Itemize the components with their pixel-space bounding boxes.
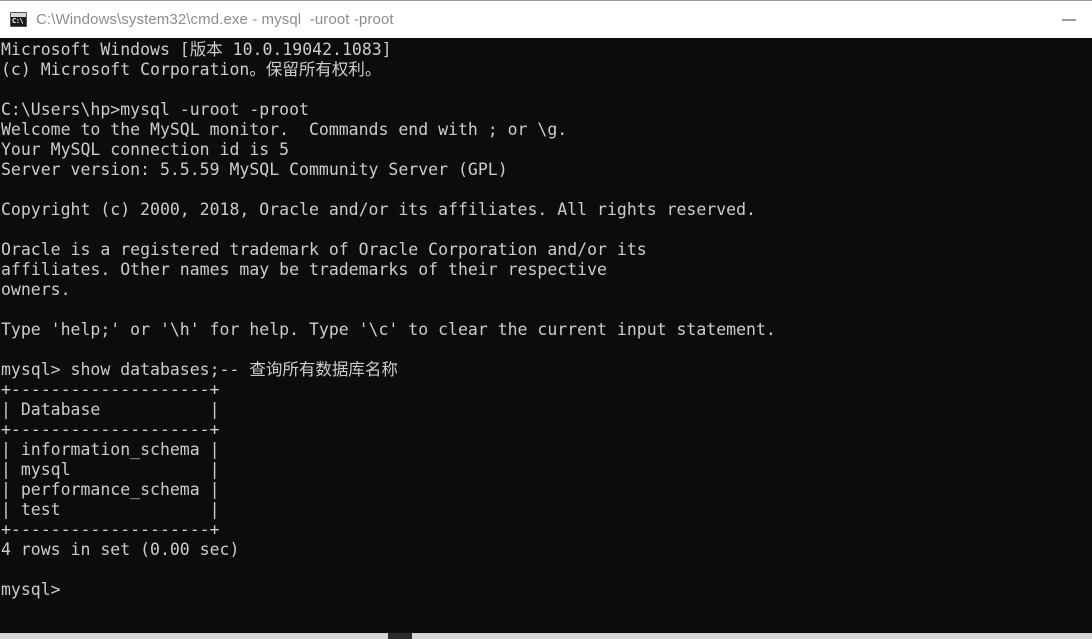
cmd-icon-titlebar-stripe (11, 13, 26, 17)
cmd-icon-prompt-glyph: C:\ (12, 17, 24, 25)
taskbar-sliver-segment (388, 633, 412, 639)
window-title-text: C:\Windows\system32\cmd.exe - mysql -uro… (36, 11, 394, 28)
minimize-button[interactable] (1046, 1, 1092, 38)
console-output-area[interactable]: Microsoft Windows [版本 10.0.19042.1083] (… (0, 38, 1092, 639)
console-text: Microsoft Windows [版本 10.0.19042.1083] (… (1, 40, 776, 599)
taskbar-sliver (0, 633, 1092, 639)
minimize-icon (1062, 18, 1076, 21)
window-titlebar[interactable]: C:\ C:\Windows\system32\cmd.exe - mysql … (0, 0, 1092, 38)
window-controls (1046, 1, 1092, 38)
cmd-window: C:\ C:\Windows\system32\cmd.exe - mysql … (0, 0, 1092, 639)
cmd-console-icon: C:\ (10, 12, 27, 27)
